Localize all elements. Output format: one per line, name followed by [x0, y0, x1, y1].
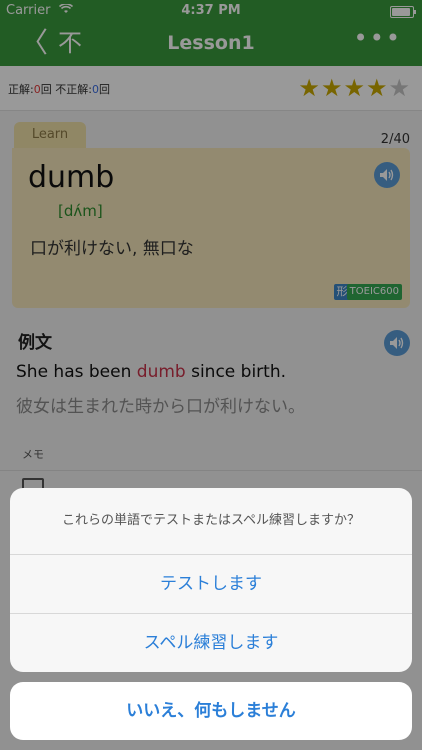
- cancel-button[interactable]: いいえ、何もしません: [10, 682, 412, 740]
- test-button[interactable]: テストします: [10, 555, 412, 614]
- action-sheet-message: これらの単語でテストまたはスペル練習しますか？: [10, 488, 412, 555]
- spelling-practice-button[interactable]: スペル練習します: [10, 614, 412, 672]
- action-sheet: これらの単語でテストまたはスペル練習しますか？ テストします スペル練習します: [10, 488, 412, 672]
